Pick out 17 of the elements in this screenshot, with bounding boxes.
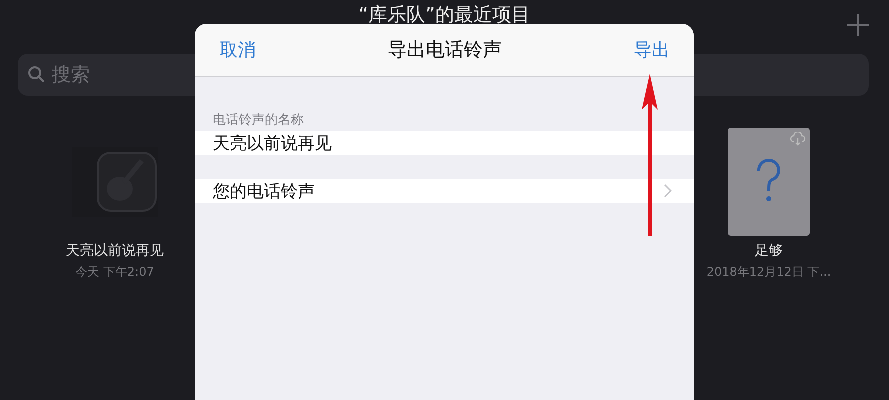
project-date: 今天 下午2:07 xyxy=(76,264,154,281)
screen-title: “库乐队”的最近项目 xyxy=(358,3,530,28)
dialog-title: 导出电话铃声 xyxy=(388,38,502,63)
cloud-download-icon xyxy=(790,132,806,146)
project-name: 天亮以前说再见 xyxy=(66,242,164,260)
ringtone-name-field[interactable]: 天亮以前说再见 xyxy=(195,131,694,155)
project-name: 足够 xyxy=(755,242,783,260)
cancel-button[interactable]: 取消 xyxy=(220,38,256,62)
export-button[interactable]: 导出 xyxy=(634,38,670,62)
add-icon[interactable] xyxy=(847,14,869,36)
project-date: 2018年12月12日 下... xyxy=(706,264,832,281)
section-label: 电话铃声的名称 xyxy=(212,112,305,130)
chevron-icon xyxy=(664,184,672,198)
search-icon xyxy=(28,66,46,84)
ringtones-row[interactable]: 您的电话铃声 xyxy=(195,179,694,203)
search-placeholder: 搜索 xyxy=(52,63,90,88)
missing-file-thumbnail[interactable] xyxy=(728,128,810,236)
